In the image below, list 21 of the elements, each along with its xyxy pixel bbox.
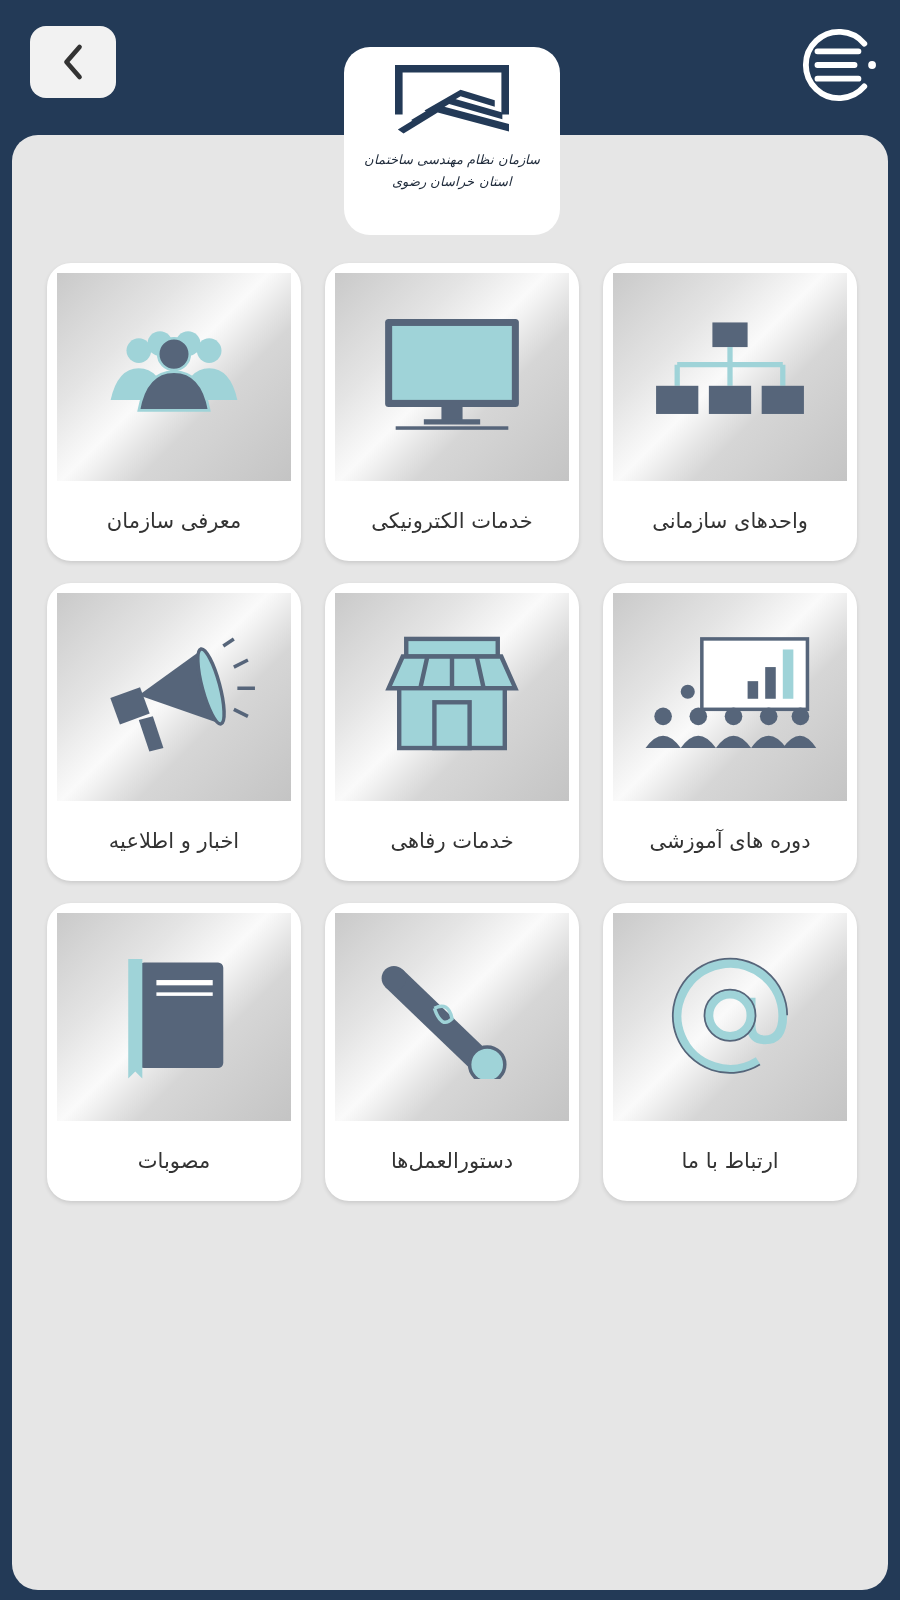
- menu-tile[interactable]: دستورالعمل‌ها: [325, 903, 579, 1201]
- menu-tile[interactable]: معرفی سازمان: [47, 263, 301, 561]
- tile-label: واحدهای سازمانی: [651, 508, 809, 535]
- menu-tile[interactable]: ارتباط با ما: [603, 903, 857, 1201]
- menu-tile[interactable]: مصوبات: [47, 903, 301, 1201]
- menu-tile[interactable]: واحدهای سازمانی: [603, 263, 857, 561]
- tile-label: اخبار و اطلاعیه: [107, 828, 241, 855]
- menu-tile[interactable]: دوره های آموزشی: [603, 583, 857, 881]
- menu-tile[interactable]: خدمات الکترونیکی: [325, 263, 579, 561]
- tile-label: دستورالعمل‌ها: [389, 1148, 515, 1175]
- tile-label: خدمات الکترونیکی: [370, 508, 534, 535]
- tile-label: خدمات رفاهی: [389, 828, 515, 855]
- tile-label: ارتباط با ما: [680, 1148, 780, 1175]
- logo-text: سازمان نظام مهندسی ساختمان: [363, 151, 541, 170]
- back-button[interactable]: [30, 26, 116, 98]
- tile-label: مصوبات: [136, 1148, 212, 1175]
- tile-label: معرفی سازمان: [105, 508, 243, 535]
- tile-label: دوره های آموزشی: [648, 828, 812, 855]
- logo-text: استان خراسان رضوی: [391, 173, 514, 192]
- menu-tile[interactable]: خدمات رفاهی: [325, 583, 579, 881]
- menu-tile[interactable]: اخبار و اطلاعیه: [47, 583, 301, 881]
